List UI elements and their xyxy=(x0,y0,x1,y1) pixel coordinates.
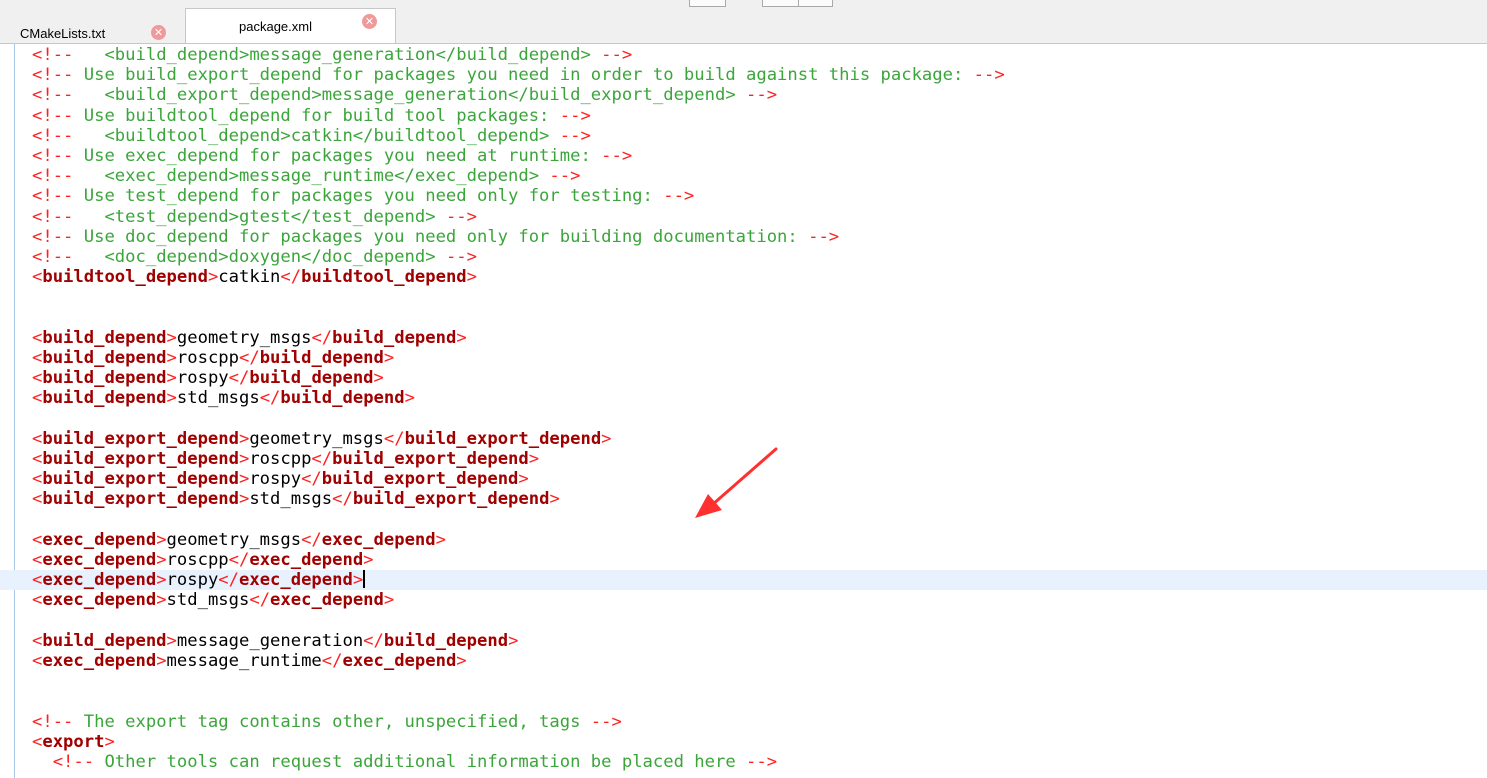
annotation-arrow-icon xyxy=(695,447,778,518)
